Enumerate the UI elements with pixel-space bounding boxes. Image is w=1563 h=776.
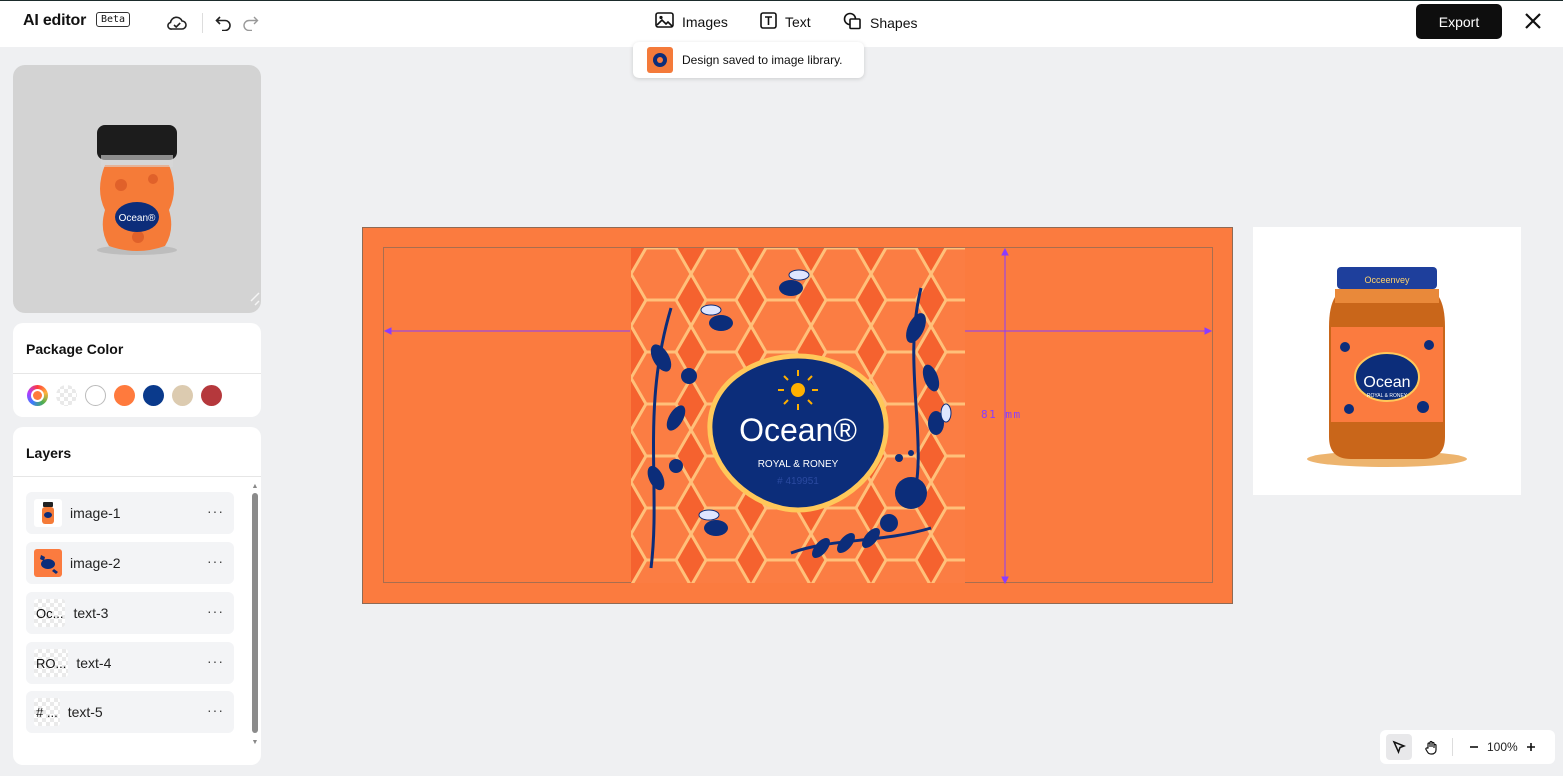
swatch-beige[interactable] bbox=[172, 385, 193, 406]
beta-badge: Beta bbox=[96, 12, 131, 27]
shapes-icon bbox=[843, 12, 862, 33]
cloud-save-icon[interactable] bbox=[165, 11, 189, 35]
layer-item[interactable]: Oc... text-3 ··· bbox=[26, 592, 234, 634]
layers-scrollbar[interactable]: ▲ ▼ bbox=[251, 483, 259, 747]
divider bbox=[13, 373, 261, 374]
layer-thumbnail: Oc... bbox=[34, 599, 66, 627]
swatch-red[interactable] bbox=[201, 385, 222, 406]
more-options-icon[interactable]: ··· bbox=[207, 603, 224, 619]
tool-shapes[interactable]: Shapes bbox=[843, 12, 917, 33]
jar-3d-preview[interactable]: Occeenvey Ocean ROYAL & RONEY bbox=[1253, 227, 1521, 495]
zoom-in-icon[interactable] bbox=[1518, 734, 1544, 760]
custom-color-picker[interactable] bbox=[27, 385, 48, 406]
tool-images-label: Images bbox=[682, 13, 728, 30]
layer-name: text-3 bbox=[73, 605, 109, 621]
swatch-orange[interactable] bbox=[114, 385, 135, 406]
select-tool-icon[interactable] bbox=[1386, 734, 1412, 760]
swatch-white[interactable] bbox=[85, 385, 106, 406]
toast-thumbnail bbox=[647, 47, 673, 73]
measurement-guides bbox=[383, 247, 1213, 585]
layer-item[interactable]: image-1 ··· bbox=[26, 492, 234, 534]
layers-title: Layers bbox=[26, 445, 72, 461]
more-options-icon[interactable]: ··· bbox=[207, 503, 224, 519]
scroll-up-icon[interactable]: ▲ bbox=[251, 483, 259, 491]
tool-text[interactable]: Text bbox=[760, 12, 811, 32]
layer-thumbnail bbox=[34, 549, 62, 577]
top-bar: AI editor Beta Images Text Shapes Export bbox=[0, 0, 1563, 47]
divider bbox=[1452, 738, 1453, 756]
layer-name: text-4 bbox=[76, 655, 112, 671]
toast-message: Design saved to image library. bbox=[682, 53, 843, 67]
package-preview[interactable]: Ocean® bbox=[13, 65, 261, 313]
more-options-icon[interactable]: ··· bbox=[207, 653, 224, 669]
undo-icon[interactable] bbox=[212, 11, 236, 35]
redo-icon[interactable] bbox=[238, 11, 262, 35]
image-icon bbox=[655, 12, 674, 31]
tool-images[interactable]: Images bbox=[655, 12, 728, 31]
layer-item[interactable]: image-2 ··· bbox=[26, 542, 234, 584]
jar-brand-text: Ocean bbox=[1363, 374, 1410, 391]
divider bbox=[13, 476, 261, 477]
layer-thumbnail bbox=[34, 499, 62, 527]
more-options-icon[interactable]: ··· bbox=[207, 702, 224, 718]
layer-item[interactable]: # ... text-5 ··· bbox=[26, 691, 234, 733]
jar-preview-image: Ocean® bbox=[97, 125, 260, 306]
layer-item[interactable]: RO... text-4 ··· bbox=[26, 642, 234, 684]
swatch-transparent[interactable] bbox=[56, 385, 77, 406]
layer-thumbnail: RO... bbox=[34, 649, 69, 677]
scroll-thumb[interactable] bbox=[252, 493, 258, 733]
zoom-out-icon[interactable] bbox=[1461, 734, 1487, 760]
package-color-panel: Package Color bbox=[13, 323, 261, 417]
package-color-title: Package Color bbox=[26, 341, 124, 357]
zoom-level: 100% bbox=[1487, 740, 1518, 754]
design-canvas[interactable]: Ocean® ROYAL & RONEY # 419951 81 mm bbox=[362, 227, 1233, 604]
zoom-toolbar: 100% bbox=[1380, 730, 1555, 764]
tool-shapes-label: Shapes bbox=[870, 14, 918, 31]
text-icon bbox=[760, 12, 777, 32]
export-button[interactable]: Export bbox=[1416, 4, 1502, 39]
save-toast: Design saved to image library. bbox=[633, 42, 864, 78]
layer-name: text-5 bbox=[67, 704, 103, 720]
tool-text-label: Text bbox=[785, 14, 811, 30]
layer-name: image-2 bbox=[70, 555, 121, 571]
app-title: AI editor bbox=[23, 12, 87, 29]
layer-name: image-1 bbox=[70, 505, 121, 521]
scroll-down-icon[interactable]: ▼ bbox=[251, 739, 259, 747]
swatch-navy[interactable] bbox=[143, 385, 164, 406]
toolbar-divider bbox=[202, 13, 203, 33]
jar-tagline-text: ROYAL & RONEY bbox=[1367, 393, 1408, 399]
hand-tool-icon[interactable] bbox=[1418, 734, 1444, 760]
preview-brand: Ocean® bbox=[119, 213, 156, 224]
lid-text: Occeenvey bbox=[1364, 275, 1410, 285]
close-icon[interactable] bbox=[1521, 9, 1545, 33]
layer-thumbnail: # ... bbox=[34, 698, 60, 726]
dimension-label: 81 mm bbox=[981, 408, 1022, 421]
layers-panel: Layers image-1 ··· image-2 ··· Oc... tex… bbox=[13, 427, 261, 765]
more-options-icon[interactable]: ··· bbox=[207, 553, 224, 569]
